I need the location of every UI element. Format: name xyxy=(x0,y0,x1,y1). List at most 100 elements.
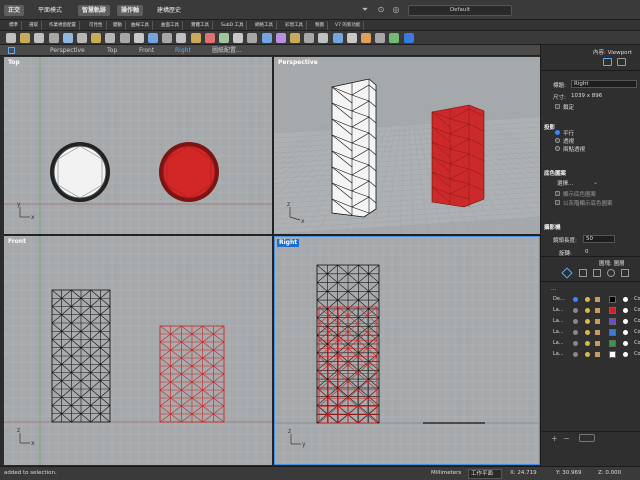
toolbar-tool-icon[interactable] xyxy=(361,33,371,43)
tab-gumball[interactable]: 操作軸 xyxy=(117,5,144,16)
filter-icon[interactable]: ⏷ xyxy=(360,5,370,15)
lock-icon[interactable] xyxy=(595,330,600,335)
lens-field[interactable]: 50 xyxy=(583,235,615,243)
toolbar-tool-icon[interactable] xyxy=(190,33,201,43)
layer-color-swatch[interactable] xyxy=(609,307,616,314)
current-layer-indicator[interactable] xyxy=(573,319,578,324)
camera-icon[interactable] xyxy=(603,58,612,66)
lights-icon[interactable] xyxy=(621,269,629,277)
background-select[interactable]: 選擇... xyxy=(557,179,573,187)
viewport-title-perspective[interactable]: Perspective xyxy=(276,59,320,67)
toolbar-tool-icon[interactable] xyxy=(275,33,286,43)
layers-icon[interactable] xyxy=(561,267,573,279)
layer-color-swatch[interactable] xyxy=(609,318,616,325)
blocks-icon[interactable] xyxy=(593,269,601,277)
toolbar-tool-icon[interactable] xyxy=(105,33,116,43)
tab-history[interactable]: 建構歷史 xyxy=(153,5,185,16)
viewport-perspective[interactable]: x z Perspective xyxy=(274,57,540,234)
lock-checkbox[interactable] xyxy=(555,104,560,109)
materials-icon[interactable] xyxy=(607,269,615,277)
toolbar-tool-icon[interactable] xyxy=(247,33,258,43)
viewport-title-right[interactable]: Right xyxy=(277,239,300,247)
toolbar-tool-icon[interactable] xyxy=(6,33,16,43)
cmdtab-solid-tools[interactable]: 實體工具 xyxy=(188,21,213,30)
toolbar-tool-icon[interactable] xyxy=(77,33,87,43)
current-layer-indicator[interactable] xyxy=(573,341,578,346)
tab-planar[interactable]: 平面模式 xyxy=(34,5,66,16)
viewport-front[interactable]: x z Front xyxy=(4,236,272,465)
tab-front[interactable]: Front xyxy=(139,46,154,55)
tab-ortho[interactable]: 正交 xyxy=(4,5,25,16)
toolbar-tool-icon[interactable] xyxy=(332,33,343,43)
toolbar-tool-icon[interactable] xyxy=(318,33,329,43)
toolbar-tool-icon[interactable] xyxy=(62,33,73,43)
viewport-title-top[interactable]: Top xyxy=(6,59,22,67)
show-background-checkbox[interactable] xyxy=(555,191,560,196)
material-icon[interactable] xyxy=(623,308,628,313)
toolbar-tool-icon[interactable] xyxy=(148,33,158,43)
layer-options-icon[interactable] xyxy=(579,434,595,442)
layer-color-swatch[interactable] xyxy=(609,296,616,303)
material-icon[interactable] xyxy=(623,341,628,346)
toolbar-tool-icon[interactable] xyxy=(233,33,244,43)
cmdtab-standard[interactable]: 標準 xyxy=(6,21,22,30)
cmdtab-visibility[interactable]: 可見性 xyxy=(86,21,107,30)
remove-layer-icon[interactable]: − xyxy=(563,434,570,443)
layout-select[interactable]: Default xyxy=(408,5,512,16)
material-icon[interactable] xyxy=(623,352,628,357)
cmdtab-surface-tools[interactable]: 曲面工具 xyxy=(158,21,183,30)
tab-top[interactable]: Top xyxy=(107,46,117,55)
lock-icon[interactable] xyxy=(595,341,600,346)
viewport-right[interactable]: y z Right xyxy=(274,236,540,465)
toolbar-tool-icon[interactable] xyxy=(34,33,45,43)
layer-color-swatch[interactable] xyxy=(609,351,616,358)
projection-parallel-radio[interactable] xyxy=(555,130,560,135)
cmdtab-v7-new[interactable]: V7 的新功能 xyxy=(332,21,365,30)
units-label[interactable]: Millimeters xyxy=(431,470,461,476)
toolbar-tool-icon[interactable] xyxy=(162,33,173,43)
toolbar-tool-icon[interactable] xyxy=(219,33,229,43)
snap-icon[interactable]: ⊙ xyxy=(376,5,386,15)
current-layer-indicator[interactable] xyxy=(573,308,578,313)
cmdtab-drafting[interactable]: 製圖 xyxy=(312,21,328,30)
lightbulb-icon[interactable] xyxy=(585,308,590,313)
cmdtab-viewport-layout[interactable]: 作業視窗配置 xyxy=(46,21,80,30)
grid-layout-icon[interactable] xyxy=(8,47,15,54)
toolbar-tool-icon[interactable] xyxy=(389,33,400,43)
viewport-top[interactable]: x y Top xyxy=(4,57,272,234)
cmdtab-render-tools[interactable]: 彩現工具 xyxy=(282,21,307,30)
properties-icon[interactable] xyxy=(617,58,626,66)
toolbar-tool-icon[interactable] xyxy=(346,33,357,43)
toolbar-tool-icon[interactable] xyxy=(290,33,300,43)
cmdtab-subd-tools[interactable]: SubD 工具 xyxy=(218,21,248,30)
objects-icon[interactable] xyxy=(579,269,587,277)
projection-perspective-radio[interactable] xyxy=(555,138,560,143)
toolbar-tool-icon[interactable] xyxy=(204,33,215,43)
toolbar-tool-icon[interactable] xyxy=(20,33,31,43)
toolbar-tool-icon[interactable] xyxy=(304,33,315,43)
lock-icon[interactable] xyxy=(595,308,600,313)
tab-layouts[interactable]: 圖紙配置... xyxy=(212,46,242,55)
title-field[interactable]: Right xyxy=(571,80,637,88)
add-layer-icon[interactable]: + xyxy=(551,434,558,443)
layer-row[interactable]: La... Co xyxy=(543,340,640,348)
current-layer-indicator[interactable] xyxy=(573,297,578,302)
toolbar-tool-icon[interactable] xyxy=(261,33,272,43)
lightbulb-icon[interactable] xyxy=(585,352,590,357)
layer-row[interactable]: La... Co xyxy=(543,307,640,315)
tab-perspective[interactable]: Perspective xyxy=(50,46,85,55)
material-icon[interactable] xyxy=(623,319,628,324)
toolbar-tool-icon[interactable] xyxy=(119,33,130,43)
lightbulb-icon[interactable] xyxy=(585,330,590,335)
lightbulb-icon[interactable] xyxy=(585,341,590,346)
lightbulb-icon[interactable] xyxy=(585,319,590,324)
lightbulb-icon[interactable] xyxy=(585,297,590,302)
toolbar-tool-icon[interactable] xyxy=(375,33,386,43)
toolbar-tool-icon[interactable] xyxy=(133,33,144,43)
layer-color-swatch[interactable] xyxy=(609,329,616,336)
tab-smarttrack[interactable]: 智慧軌跡 xyxy=(78,5,111,16)
gray-background-checkbox[interactable] xyxy=(555,200,560,205)
viewport-title-front[interactable]: Front xyxy=(6,238,28,246)
cplane-select[interactable]: 工作平面 xyxy=(468,469,502,479)
lock-icon[interactable] xyxy=(595,319,600,324)
